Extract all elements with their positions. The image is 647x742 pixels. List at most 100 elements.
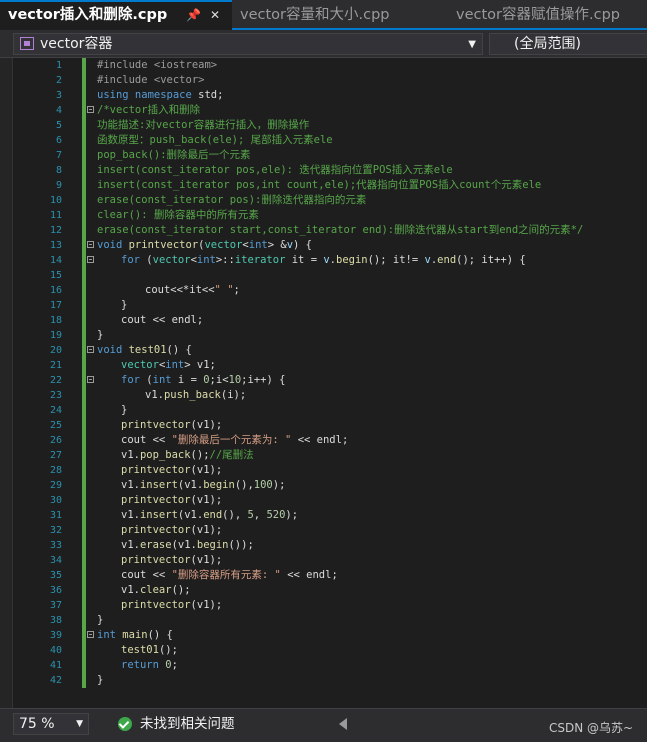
code-text: v1.pop_back();//尾删法 bbox=[121, 448, 254, 463]
code-token: push_back bbox=[163, 389, 221, 401]
issues-status[interactable]: 未找到相关问题 bbox=[140, 715, 235, 733]
code-line[interactable]: 27 v1.pop_back();//尾删法 bbox=[0, 448, 647, 463]
code-line[interactable]: 38} bbox=[0, 613, 647, 628]
code-line[interactable]: 33 v1.erase(v1.begin()); bbox=[0, 538, 647, 553]
pin-icon[interactable]: 📌 bbox=[186, 0, 201, 30]
tab-vector-assign[interactable]: vector容器赋值操作.cpp bbox=[448, 0, 647, 30]
code-line[interactable]: 2 #include <vector> bbox=[0, 73, 647, 88]
code-line[interactable]: 37 printvector(v1); bbox=[0, 598, 647, 613]
code-line[interactable]: 4 /*vector插入和删除 bbox=[0, 103, 647, 118]
code-line[interactable]: 30 printvector(v1); bbox=[0, 493, 647, 508]
code-line[interactable]: 6 函数原型：push_back(ele); 尾部插入元素ele bbox=[0, 133, 647, 148]
code-line[interactable]: 28 printvector(v1); bbox=[0, 463, 647, 478]
code-line[interactable]: 10 erase(const_iterator pos):删除迭代器指向的元素 bbox=[0, 193, 647, 208]
code-token: for bbox=[121, 254, 147, 266]
code-token: iterator bbox=[234, 254, 292, 266]
code-line[interactable]: 32 printvector(v1); bbox=[0, 523, 647, 538]
fold-toggle-icon[interactable] bbox=[87, 256, 94, 263]
code-line[interactable]: 22 for (int i = 0;i<10;i++) { bbox=[0, 373, 647, 388]
code-line[interactable]: 5 功能描述:对vector容器进行插入，删除操作 bbox=[0, 118, 647, 133]
line-number: 20 bbox=[49, 345, 62, 356]
code-line[interactable]: 14 for (vector<int>::iterator it = v.begi… bbox=[0, 253, 647, 268]
code-line[interactable]: 23 v1.push_back(i); bbox=[0, 388, 647, 403]
code-line[interactable]: 41 return 0; bbox=[0, 658, 647, 673]
code-line[interactable]: 29 v1.insert(v1.begin(),100); bbox=[0, 478, 647, 493]
code-line[interactable]: 1 #include <iostream> bbox=[0, 58, 647, 73]
code-line[interactable]: 35 cout << "删除容器所有元素: " << endl; bbox=[0, 568, 647, 583]
code-line[interactable]: 40 test01(); bbox=[0, 643, 647, 658]
code-token: } bbox=[121, 299, 128, 311]
check-circle-icon[interactable] bbox=[118, 717, 132, 731]
code-line[interactable]: 21 vector<int> v1; bbox=[0, 358, 647, 373]
code-line[interactable]: 9 insert(const_iterator pos,int count,ele… bbox=[0, 178, 647, 193]
line-number: 9 bbox=[55, 180, 62, 191]
code-token: << endl; bbox=[280, 569, 338, 581]
code-line[interactable]: 18 cout << endl; bbox=[0, 313, 647, 328]
tab-bar: vector插入和删除.cpp 📌 ✕ vector容量和大小.cpp vect… bbox=[0, 0, 647, 30]
code-line[interactable]: 34 printvector(v1); bbox=[0, 553, 647, 568]
code-token: #include <iostream> bbox=[97, 59, 218, 71]
line-number: 42 bbox=[49, 675, 62, 686]
code-line[interactable]: 42} bbox=[0, 673, 647, 688]
project-scope-dropdown[interactable]: vector容器 ▼ bbox=[13, 33, 483, 55]
code-text: for (int i = 0;i<10;i++) { bbox=[121, 373, 285, 388]
code-line[interactable]: 25 printvector(v1); bbox=[0, 418, 647, 433]
close-icon[interactable]: ✕ bbox=[210, 0, 220, 30]
code-token: 520 bbox=[266, 509, 286, 521]
code-token: v1. bbox=[121, 539, 140, 551]
line-number: 39 bbox=[49, 630, 62, 641]
line-number: 28 bbox=[49, 465, 62, 476]
code-token: printvector bbox=[128, 239, 199, 251]
code-line[interactable]: 8 insert(const_iterator pos,ele): 迭代器指向位置… bbox=[0, 163, 647, 178]
line-number: 6 bbox=[55, 135, 62, 146]
code-line[interactable]: 3 using namespace std; bbox=[0, 88, 647, 103]
zoom-dropdown[interactable]: 75 % ▼ bbox=[13, 713, 89, 735]
code-token: int bbox=[165, 359, 185, 371]
code-token: 100 bbox=[253, 479, 273, 491]
fold-toggle-icon[interactable] bbox=[87, 241, 94, 248]
code-line[interactable]: 24} bbox=[0, 403, 647, 418]
code-text: #include <vector> bbox=[97, 73, 204, 88]
code-line[interactable]: 26 cout << "删除最后一个元素为: " << endl; bbox=[0, 433, 647, 448]
code-text: printvector(v1); bbox=[121, 523, 222, 538]
code-token: v1. bbox=[121, 449, 140, 461]
code-editor[interactable]: 1 #include <iostream> 2 #include <vector> 3 u… bbox=[0, 58, 647, 708]
code-token: int bbox=[97, 629, 123, 641]
chevron-down-icon: ▼ bbox=[76, 719, 83, 729]
code-line[interactable]: 31 v1.insert(v1.end(), 5, 520); bbox=[0, 508, 647, 523]
code-token: cout << bbox=[121, 569, 172, 581]
code-text: erase(const_iterator pos):删除迭代器指向的元素 bbox=[97, 193, 366, 208]
code-line[interactable]: 17} bbox=[0, 298, 647, 313]
line-number: 13 bbox=[49, 240, 62, 251]
code-line[interactable]: 19} bbox=[0, 328, 647, 343]
code-line[interactable]: 15 bbox=[0, 268, 647, 283]
code-text: 功能描述:对vector容器进行插入，删除操作 bbox=[97, 118, 309, 133]
code-text: } bbox=[97, 613, 103, 628]
line-number: 1 bbox=[55, 60, 62, 71]
code-line[interactable]: 36 v1.clear(); bbox=[0, 583, 647, 598]
code-token: > v1; bbox=[184, 359, 216, 371]
code-line[interactable]: 7 pop_back():删除最后一个元素 bbox=[0, 148, 647, 163]
code-token: clear(): 删除容器中的所有元素 bbox=[97, 209, 259, 221]
code-token: int bbox=[196, 254, 216, 266]
tab-vector-capacity-size[interactable]: vector容量和大小.cpp bbox=[232, 0, 448, 30]
code-line[interactable]: 13 void printvector(vector<int> &v) { bbox=[0, 238, 647, 253]
code-token: >:: bbox=[215, 254, 235, 266]
code-line[interactable]: 39 int main() { bbox=[0, 628, 647, 643]
watermark: CSDN @乌苏~ bbox=[549, 721, 634, 735]
code-text: cout << "删除最后一个元素为: " << endl; bbox=[121, 433, 348, 448]
code-token: ) { bbox=[293, 239, 312, 251]
line-number: 27 bbox=[49, 450, 62, 461]
global-scope-dropdown[interactable]: (全局范围) bbox=[489, 33, 647, 55]
code-token: (v1. bbox=[177, 479, 204, 491]
code-line[interactable]: 11 clear(): 删除容器中的所有元素 bbox=[0, 208, 647, 223]
code-line[interactable]: 20 void test01() { bbox=[0, 343, 647, 358]
code-line[interactable]: 16 cout<<*it<<" "; bbox=[0, 283, 647, 298]
code-token: using namespace bbox=[97, 89, 199, 101]
fold-toggle-icon[interactable] bbox=[87, 631, 94, 638]
fold-toggle-icon[interactable] bbox=[87, 376, 94, 383]
scroll-left-icon[interactable] bbox=[339, 718, 347, 730]
fold-toggle-icon[interactable] bbox=[87, 346, 94, 353]
code-line[interactable]: 12 erase(const_iterator start,const_itera… bbox=[0, 223, 647, 238]
fold-toggle-icon[interactable] bbox=[87, 106, 94, 113]
